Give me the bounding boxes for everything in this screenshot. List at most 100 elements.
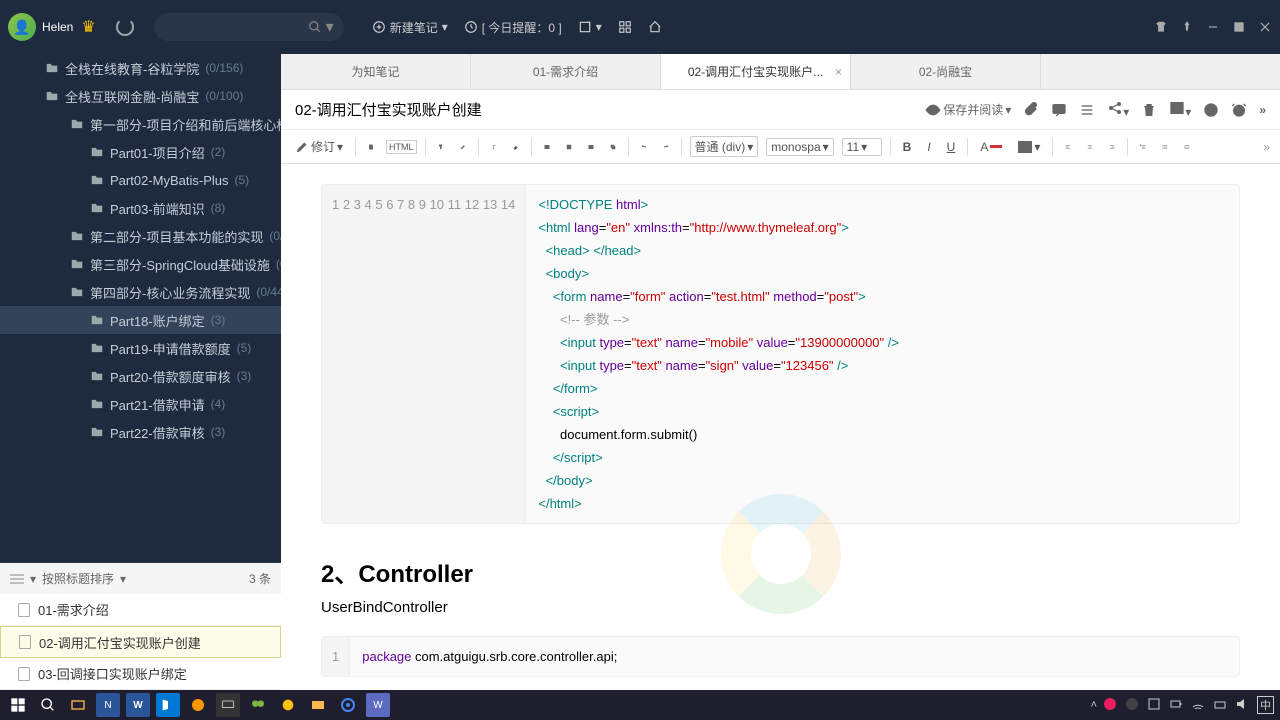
alarm-icon[interactable] — [1231, 102, 1247, 118]
apps-button[interactable] — [610, 16, 640, 38]
tree-item[interactable]: Part21-借款申请(4) — [0, 390, 281, 418]
tray-icon-1[interactable] — [1103, 697, 1119, 713]
search-input[interactable]: ▾ — [154, 13, 344, 41]
code-block-2[interactable]: 1 package com.atguigu.srb.core.controlle… — [321, 636, 1240, 677]
tree-item[interactable]: 第四部分-核心业务流程实现(0/44) — [0, 278, 281, 306]
tree-item[interactable]: 第三部分-SpringCloud基础设施(0/ — [0, 250, 281, 278]
tree-item[interactable]: Part18-账户绑定(3) — [0, 306, 281, 334]
table-icon[interactable] — [584, 140, 598, 154]
reminder-button[interactable]: [ 今日提醒：0 ] — [456, 15, 570, 40]
chevron-down-icon[interactable]: ▾ — [326, 17, 334, 37]
palette-icon[interactable] — [1203, 102, 1219, 118]
search-task-icon[interactable] — [36, 693, 60, 717]
avatar[interactable]: 👤 — [8, 13, 36, 41]
comment-icon[interactable] — [1051, 102, 1067, 118]
tab[interactable]: 02-尚融宝 — [851, 54, 1041, 89]
refresh-icon[interactable] — [116, 18, 134, 36]
task-app-9[interactable] — [336, 693, 360, 717]
tree-item[interactable]: 第二部分-项目基本功能的实现(0/37) — [0, 222, 281, 250]
redo-icon[interactable] — [659, 140, 673, 154]
save-icon[interactable] — [364, 140, 378, 154]
align-center-icon[interactable] — [1083, 140, 1097, 154]
text-color-button[interactable]: A — [976, 138, 1006, 156]
copy-icon[interactable] — [606, 140, 620, 154]
tray-chevron-icon[interactable]: ˄ — [1091, 699, 1097, 711]
checkbox-icon[interactable] — [562, 140, 576, 154]
expand-button[interactable]: ▾ — [570, 16, 610, 38]
align-left-icon[interactable] — [1061, 140, 1075, 154]
editor-body[interactable]: 1 2 3 4 5 6 7 8 9 10 11 12 13 14 <!DOCTY… — [281, 164, 1280, 690]
tab[interactable]: 为知笔记 — [281, 54, 471, 89]
tray-network-icon[interactable] — [1213, 697, 1229, 713]
share-button[interactable]: ▾ — [1107, 100, 1129, 119]
tab-close-icon[interactable]: × — [835, 65, 842, 79]
undo-icon[interactable] — [637, 140, 651, 154]
columns-button[interactable]: ▾ — [1169, 100, 1191, 119]
attach-icon[interactable] — [1023, 102, 1039, 118]
tree-item[interactable]: Part03-前端知识(8) — [0, 194, 281, 222]
task-app-5[interactable] — [216, 693, 240, 717]
format-select[interactable]: 普通 (div) ▾ — [690, 136, 759, 157]
taskview-icon[interactable] — [66, 693, 90, 717]
clear-format-icon[interactable] — [487, 140, 501, 154]
unordered-list-icon[interactable] — [1158, 140, 1172, 154]
pin-icon[interactable] — [1180, 20, 1194, 34]
task-app-4[interactable] — [186, 693, 210, 717]
bg-color-button[interactable]: ▾ — [1014, 138, 1044, 156]
tree-item[interactable]: Part22-借款审核(3) — [0, 418, 281, 446]
task-app-6[interactable] — [246, 693, 270, 717]
task-app-2[interactable]: W — [126, 693, 150, 717]
task-app-7[interactable] — [276, 693, 300, 717]
close-icon[interactable] — [1258, 20, 1272, 34]
toolbar-more-icon[interactable]: » — [1263, 140, 1270, 154]
tree-item[interactable]: Part19-申请借款额度(5) — [0, 334, 281, 362]
start-button[interactable] — [6, 693, 30, 717]
new-note-button[interactable]: 新建笔记▾ — [364, 15, 456, 40]
code-icon[interactable] — [540, 140, 554, 154]
tray-wifi-icon[interactable] — [1191, 697, 1207, 713]
note-item[interactable]: 01-需求介绍 — [0, 594, 281, 626]
align-right-icon[interactable] — [1105, 140, 1119, 154]
html-button[interactable]: HTML — [386, 140, 417, 154]
indent-icon[interactable] — [1180, 140, 1194, 154]
task-app-10[interactable]: W — [366, 693, 390, 717]
size-select[interactable]: 11 ▾ — [842, 138, 882, 156]
home-button[interactable] — [640, 16, 670, 38]
save-mode-button[interactable]: 保存并阅读 ▾ — [925, 101, 1011, 118]
maximize-icon[interactable] — [1232, 20, 1246, 34]
underline-button[interactable]: U — [943, 138, 960, 156]
minimize-icon[interactable] — [1206, 20, 1220, 34]
ordered-list-icon[interactable]: 1 — [1136, 140, 1150, 154]
tree-item[interactable]: 全栈互联网金融-尚融宝(0/100) — [0, 82, 281, 110]
tree-item[interactable]: Part02-MyBatis-Plus(5) — [0, 166, 281, 194]
tray-battery-icon[interactable] — [1169, 697, 1185, 713]
note-item[interactable]: 02-调用汇付宝实现账户创建 — [0, 626, 281, 658]
delete-icon[interactable] — [1141, 102, 1157, 118]
sort-bar[interactable]: ▾ 按照标题排序 ▾ 3 条 — [0, 562, 281, 594]
eraser-icon[interactable] — [509, 140, 523, 154]
font-select[interactable]: monospa ▾ — [766, 138, 833, 156]
tray-ime[interactable]: 中 — [1257, 696, 1274, 714]
list-icon[interactable] — [1079, 102, 1095, 118]
tree-item[interactable]: 第一部分-项目介绍和前后端核心框架 — [0, 110, 281, 138]
revise-button[interactable]: 修订 ▾ — [291, 136, 347, 157]
tray-volume-icon[interactable] — [1235, 697, 1251, 713]
tab[interactable]: 02-调用汇付宝实现账户...× — [661, 54, 851, 89]
tab[interactable]: 01-需求介绍 — [471, 54, 661, 89]
shirt-icon[interactable] — [1154, 20, 1168, 34]
tree-item[interactable]: Part20-借款额度审核(3) — [0, 362, 281, 390]
tree-item[interactable]: 全栈在线教育-谷粒学院(0/156) — [0, 54, 281, 82]
note-item[interactable]: 03-回调接口实现账户绑定 — [0, 658, 281, 690]
highlighter-icon[interactable] — [456, 140, 470, 154]
task-app-8[interactable] — [306, 693, 330, 717]
bold-button[interactable]: B — [899, 138, 916, 156]
username[interactable]: Helen — [42, 20, 73, 34]
tray-icon-2[interactable] — [1125, 697, 1141, 713]
format-brush-icon[interactable] — [434, 140, 448, 154]
task-app-3[interactable] — [156, 693, 180, 717]
task-app-1[interactable]: N — [96, 693, 120, 717]
tree-item[interactable]: Part01-项目介绍(2) — [0, 138, 281, 166]
italic-button[interactable]: I — [923, 138, 934, 156]
doc-title[interactable]: 02-调用汇付宝实现账户创建 — [295, 99, 482, 120]
more-icon[interactable]: » — [1259, 103, 1266, 117]
